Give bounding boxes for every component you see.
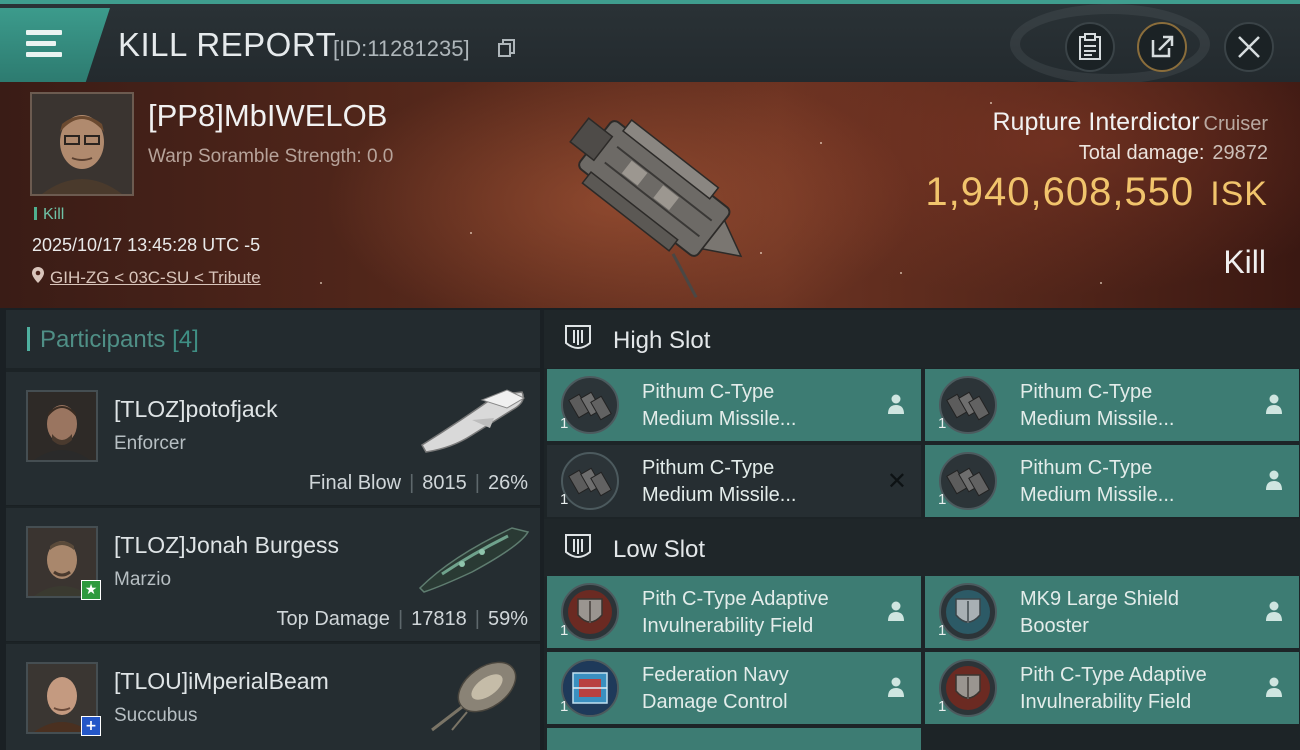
report-id: [ID:11281235]: [333, 36, 470, 61]
low-slot-header: Low Slot: [544, 519, 1300, 577]
missile-launcher-icon: [561, 452, 619, 510]
module-tile[interactable]: 1 Pithum C-Type Medium Missile...: [547, 369, 921, 441]
participant-name: [TLOU]iMperialBeam: [114, 668, 329, 694]
participants-header: Participants [4]: [6, 310, 540, 368]
shield-module-icon: [561, 583, 619, 641]
participant-name: [TLOZ]Jonah Burgess: [114, 532, 339, 558]
module-tile[interactable]: 1 MK9 Large Shield Booster: [925, 576, 1299, 648]
person-icon: [888, 677, 904, 697]
person-icon: [1266, 394, 1282, 414]
module-name: Pithum C-Type Medium Missile...: [1020, 381, 1175, 430]
participant-ship: Succubus: [114, 705, 198, 726]
person-icon: [1266, 470, 1282, 490]
warp-scramble-strength: Warp Soramble Strength: 0.0: [148, 146, 394, 167]
participant-ship: Marzio: [114, 569, 172, 590]
victim-ship-image[interactable]: [535, 87, 765, 302]
person-icon: [888, 394, 904, 414]
slot-icon: [565, 534, 591, 558]
participant-stats: Top Damage | 17818 | 59%: [276, 608, 528, 630]
top-bar: KILL REPORT [ID:11281235]: [0, 0, 1300, 84]
menu-button[interactable]: [0, 8, 110, 82]
missile-launcher-icon: [561, 376, 619, 434]
kill-datetime: 2025/10/17 13:45:28 UTC -5: [32, 235, 261, 255]
participant-name: [TLOZ]potofjack: [114, 396, 278, 422]
destroyed-x-icon: ✕: [886, 467, 907, 495]
person-icon: [1266, 677, 1282, 697]
high-slot-header: High Slot: [544, 310, 1300, 368]
victim-banner: [PP8]MbIWELOB Warp Soramble Strength: 0.…: [0, 82, 1300, 308]
copy-icon[interactable]: [497, 38, 517, 58]
module-tile[interactable]: [547, 728, 921, 750]
victim-pilot-name: [PP8]MbIWELOB: [148, 98, 388, 133]
shield-booster-icon: [939, 583, 997, 641]
participant-ship: Enforcer: [114, 433, 186, 454]
module-tile[interactable]: 1 Pith C-Type Adaptive Invulnerability Fi…: [925, 652, 1299, 724]
pilot-portrait-image: [32, 94, 132, 194]
participant-ship-image: [420, 389, 526, 453]
victim-portrait[interactable]: [30, 92, 134, 196]
kill-tag: Kill: [34, 206, 64, 224]
damage-control-icon: [561, 659, 619, 717]
participant-card[interactable]: + [TLOU]iMperialBeam Succubus: [6, 644, 540, 750]
kill-result-label: Kill: [1223, 244, 1266, 280]
participant-card[interactable]: [TLOZ]potofjack Enforcer Final Blow | 8015…: [6, 372, 540, 506]
module-name: MK9 Large Shield Booster: [1020, 588, 1179, 637]
participant-ship-image: [418, 527, 530, 593]
module-name: Pithum C-Type Medium Missile...: [1020, 457, 1175, 506]
participant-stats: Final Blow | 8015 | 26%: [308, 472, 528, 494]
module-name: Federation Navy Damage Control: [642, 664, 789, 713]
menu-icon: [26, 30, 62, 35]
module-name: Pith C-Type Adaptive Invulnerability Fiel…: [1020, 664, 1207, 713]
module-name: Pith C-Type Adaptive Invulnerability Fiel…: [642, 588, 829, 637]
person-icon: [888, 601, 904, 621]
module-name: Pithum C-Type Medium Missile...: [642, 381, 797, 430]
star-badge-icon: ★: [81, 580, 101, 600]
high-slot-title: High Slot: [613, 327, 711, 354]
module-tile[interactable]: 1 Pith C-Type Adaptive Invulnerability Fi…: [547, 576, 921, 648]
isk-value: 1,940,608,550 ISK: [925, 170, 1268, 214]
participant-card[interactable]: ★ [TLOZ]Jonah Burgess Marzio Top Damage |…: [6, 508, 540, 642]
missile-launcher-icon: [939, 376, 997, 434]
module-tile[interactable]: 1 Federation Navy Damage Control: [547, 652, 921, 724]
shield-module-icon: [939, 659, 997, 717]
avatar[interactable]: [26, 390, 98, 462]
person-icon: [1266, 601, 1282, 621]
participant-ship-image: [431, 661, 517, 732]
share-button[interactable]: [1137, 22, 1187, 72]
participants-panel: Participants [4] [TLOZ]potofjack Enforce…: [6, 310, 540, 750]
low-slot-title: Low Slot: [613, 536, 706, 563]
clipboard-icon: [1079, 33, 1101, 60]
clipboard-button[interactable]: [1065, 22, 1115, 72]
module-tile-destroyed[interactable]: 1 Pithum C-Type Medium Missile... ✕: [547, 445, 921, 517]
total-damage: Total damage: 29872: [1078, 142, 1268, 164]
fitting-panel: High Slot 1 Pithum C-Type Medium Missile.…: [544, 310, 1300, 750]
kill-location-link[interactable]: GIH-ZG < 03C-SU < Tribute: [32, 267, 261, 288]
module-tile[interactable]: 1 Pithum C-Type Medium Missile...: [925, 369, 1299, 441]
module-name: Pithum C-Type Medium Missile...: [642, 457, 797, 506]
plus-badge-icon: +: [81, 716, 101, 736]
page-title: KILL REPORT: [118, 26, 337, 63]
missile-launcher-icon: [939, 452, 997, 510]
close-icon: [1238, 36, 1260, 58]
victim-ship-name: Rupture Interdictor Cruiser: [992, 108, 1269, 136]
slot-icon: [565, 325, 591, 349]
module-tile[interactable]: 1 Pithum C-Type Medium Missile...: [925, 445, 1299, 517]
close-button[interactable]: [1224, 22, 1274, 72]
location-pin-icon: [32, 267, 44, 283]
share-icon: [1151, 35, 1174, 58]
